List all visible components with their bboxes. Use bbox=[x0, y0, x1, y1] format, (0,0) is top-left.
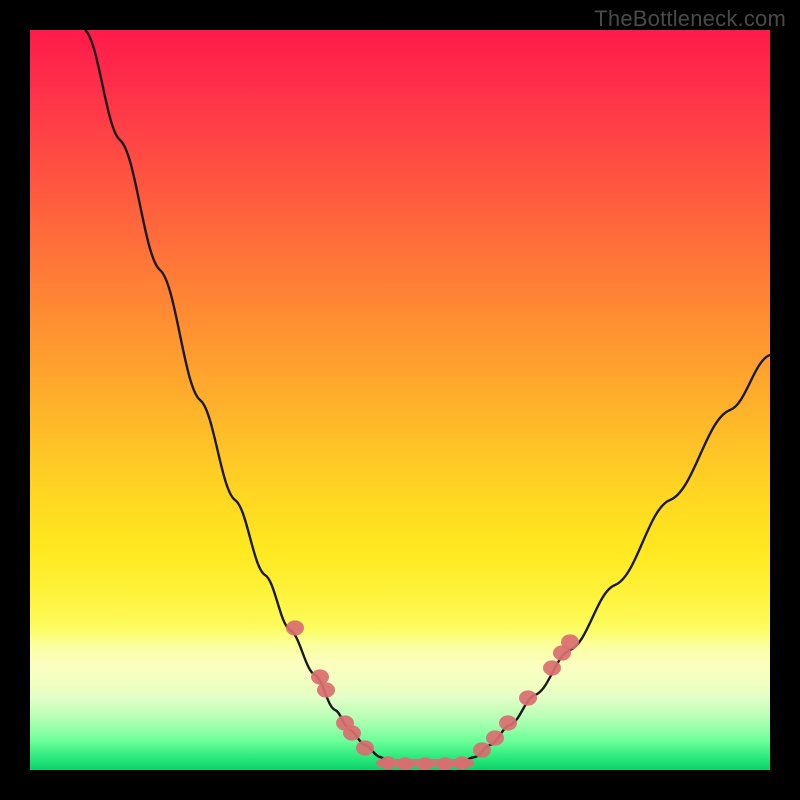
plot-area bbox=[30, 30, 770, 770]
data-dot bbox=[356, 740, 374, 755]
data-dot bbox=[519, 690, 537, 705]
data-dot bbox=[543, 660, 561, 675]
data-dot bbox=[317, 682, 335, 697]
data-dot bbox=[473, 742, 491, 757]
data-dot bbox=[380, 756, 396, 770]
data-dot bbox=[486, 730, 504, 745]
data-dot bbox=[561, 634, 579, 649]
chart-frame: TheBottleneck.com bbox=[0, 0, 800, 800]
data-dot bbox=[499, 715, 517, 730]
curve-layer bbox=[30, 30, 770, 770]
watermark-text: TheBottleneck.com bbox=[594, 6, 786, 32]
data-dots-group bbox=[286, 620, 579, 770]
bottleneck-curve-left bbox=[85, 30, 390, 762]
data-dot bbox=[454, 756, 470, 770]
data-dot bbox=[343, 725, 361, 740]
data-dot bbox=[286, 620, 304, 635]
bottleneck-curve-right bbox=[460, 355, 770, 762]
